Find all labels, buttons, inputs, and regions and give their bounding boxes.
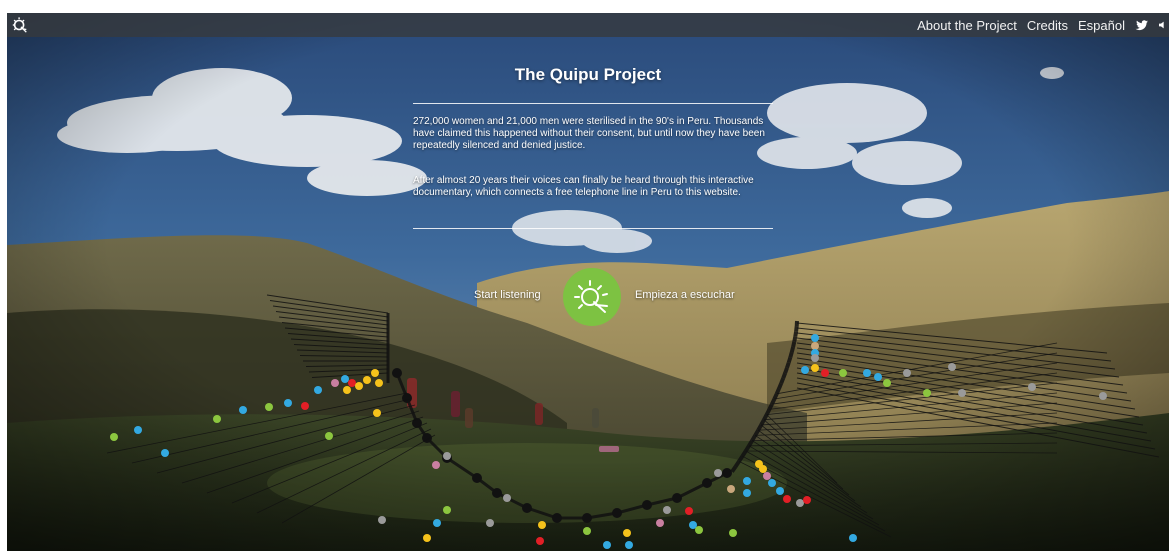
intro-paragraph-2: After almost 20 years their voices can f…: [413, 175, 754, 198]
start-listening-button[interactable]: [563, 268, 621, 326]
nav-language-link[interactable]: Español: [1078, 18, 1125, 33]
start-listening-link[interactable]: Start listening: [474, 289, 541, 301]
bottom-divider: [413, 228, 773, 229]
quipu-sun-icon: [574, 280, 608, 313]
nav-about-link[interactable]: About the Project: [917, 18, 1017, 33]
intro-paragraph-1: 272,000 women and 21,000 men were steril…: [413, 116, 765, 151]
nav-credits-link[interactable]: Credits: [1027, 18, 1068, 33]
page-stage: About the Project Credits Español The Qu…: [7, 13, 1169, 551]
speaker-icon[interactable]: [1159, 18, 1167, 32]
top-navigation-bar: About the Project Credits Español: [7, 13, 1169, 37]
top-divider: [413, 103, 773, 104]
twitter-icon[interactable]: [1135, 18, 1149, 32]
header-nav: About the Project Credits Español: [917, 13, 1169, 37]
page-title: The Quipu Project: [514, 65, 662, 84]
quipu-logo-icon[interactable]: [11, 16, 29, 34]
empieza-escuchar-link[interactable]: Empieza a escuchar: [635, 289, 735, 301]
intro-content: The Quipu Project 272,000 women and 21,0…: [7, 13, 1169, 551]
